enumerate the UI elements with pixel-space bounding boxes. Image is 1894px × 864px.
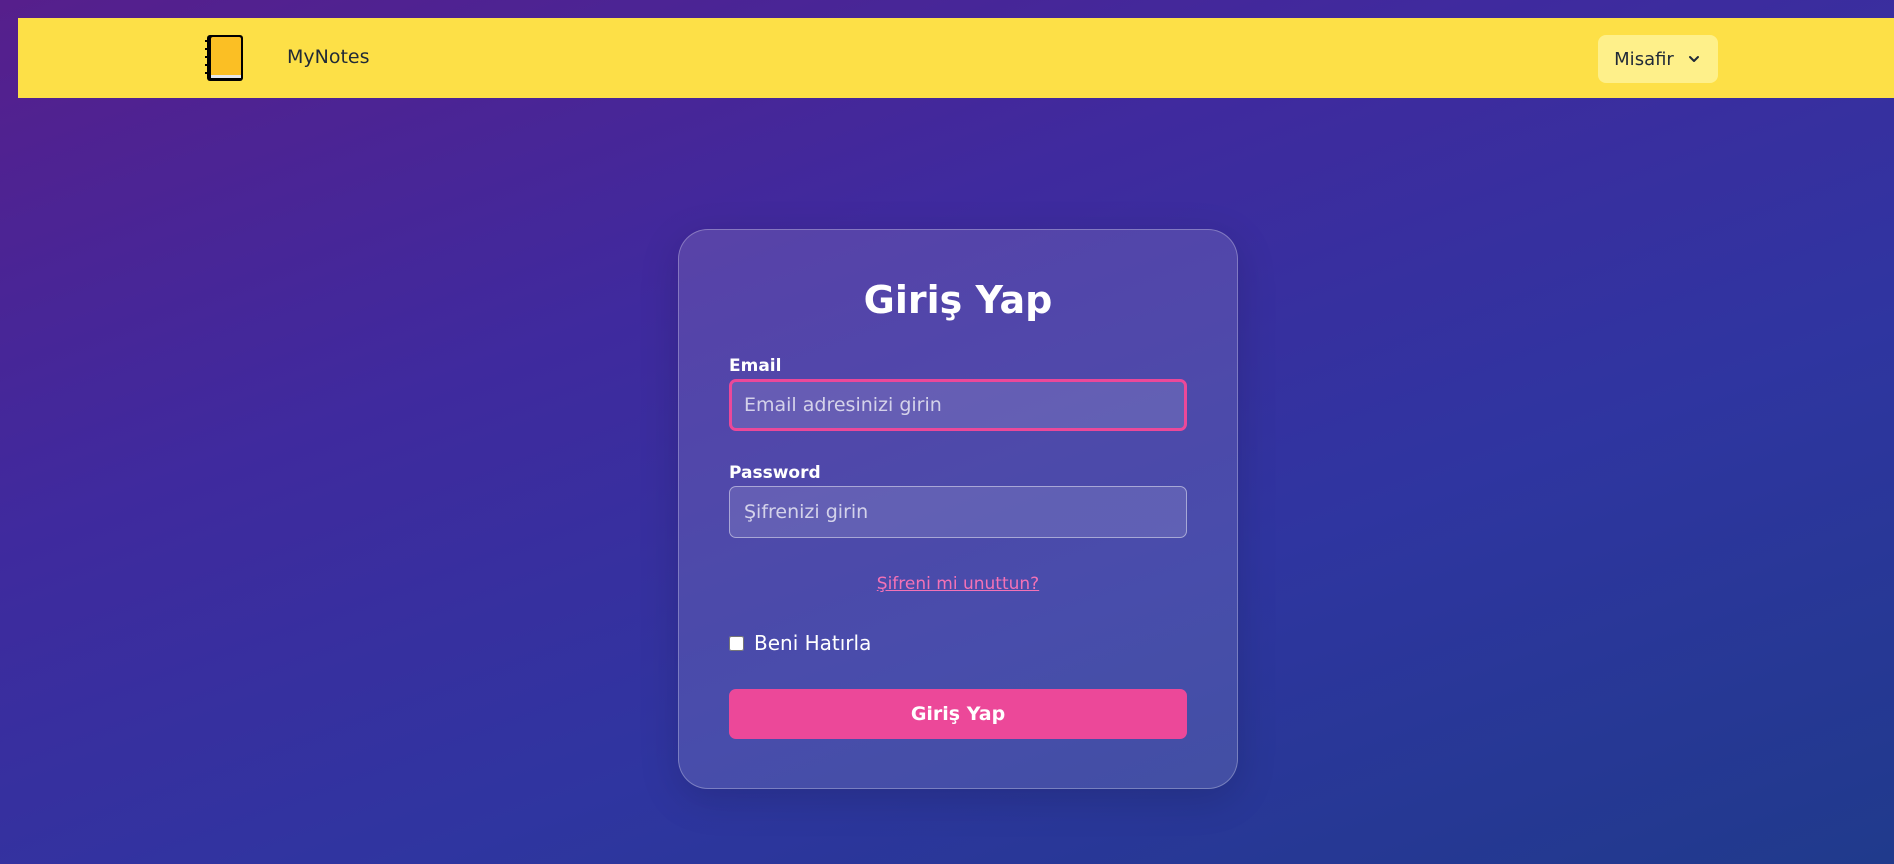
remember-me-row: Beni Hatırla [729, 631, 871, 655]
brand-name[interactable]: MyNotes [287, 46, 370, 68]
user-menu-label: Misafir [1614, 48, 1674, 70]
notebook-icon[interactable] [203, 32, 247, 84]
navbar: MyNotes Misafir [18, 18, 1894, 98]
email-label: Email [729, 356, 782, 376]
email-field[interactable] [729, 379, 1187, 431]
chevron-down-icon [1688, 56, 1699, 62]
forgot-password-link[interactable]: Şifreni mi unuttun? [679, 574, 1237, 594]
user-menu-button[interactable]: Misafir [1598, 35, 1718, 83]
login-card: Giriş Yap Email Password Şifreni mi unut… [678, 229, 1238, 789]
remember-me-label[interactable]: Beni Hatırla [754, 631, 871, 655]
page-title: Giriş Yap [863, 278, 1053, 322]
password-label: Password [729, 463, 821, 483]
login-submit-button[interactable]: Giriş Yap [729, 689, 1187, 739]
password-field[interactable] [729, 486, 1187, 538]
remember-me-checkbox[interactable] [729, 635, 744, 651]
